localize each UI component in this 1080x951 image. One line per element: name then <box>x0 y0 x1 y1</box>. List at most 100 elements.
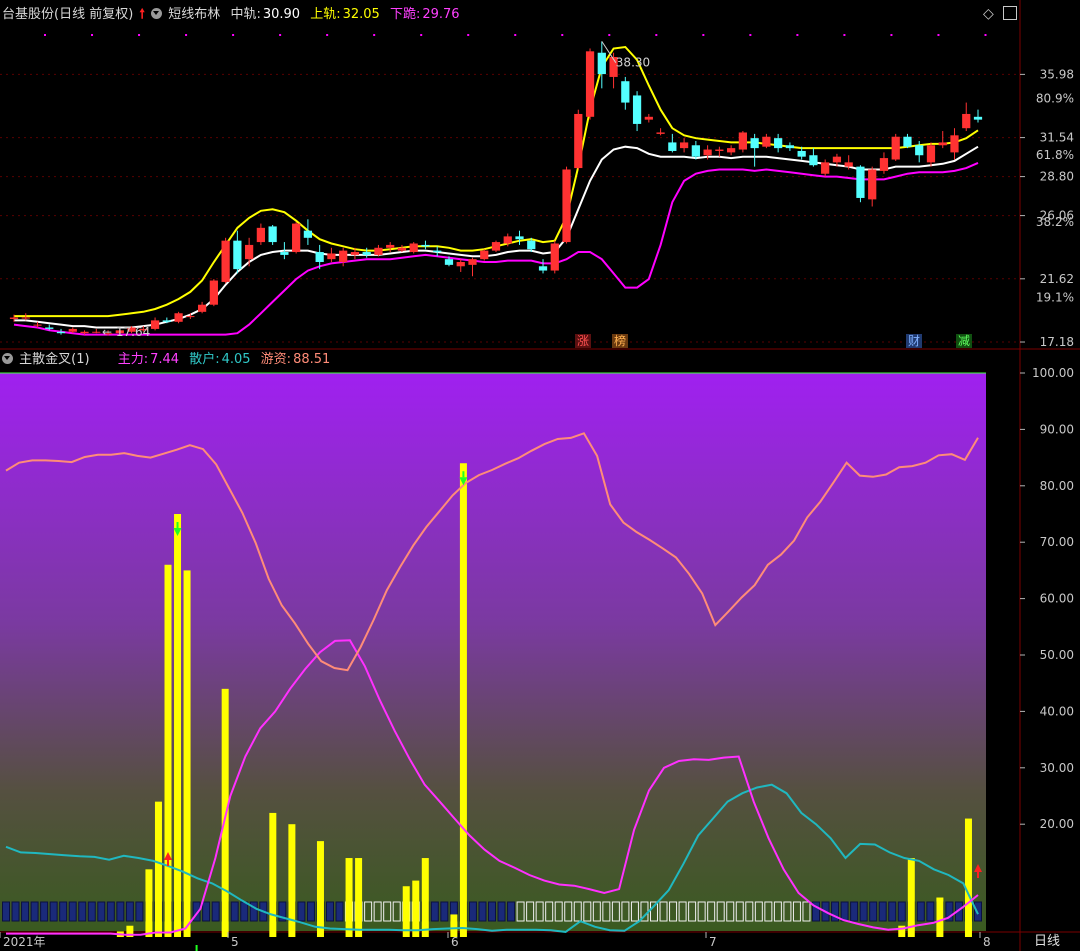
candle-body <box>150 320 160 329</box>
candle-body <box>809 155 818 166</box>
candle-body <box>21 317 30 319</box>
volume-block <box>202 901 211 922</box>
indicator-bar <box>450 914 458 937</box>
candle-body <box>327 253 336 260</box>
candle-body <box>444 259 454 265</box>
candle-body <box>221 240 230 282</box>
tag-bang[interactable]: 榜 <box>612 334 629 348</box>
indicator-tick-label: 50.00 <box>1040 648 1074 662</box>
candle-body <box>856 166 865 198</box>
candle-body <box>33 324 42 326</box>
retail-value: 4.05 <box>221 352 251 367</box>
candle-body <box>750 138 759 149</box>
candle-body <box>868 169 877 200</box>
indicator-menu-icon[interactable] <box>151 8 163 19</box>
price-tick-label: 28.80 <box>1040 170 1074 184</box>
volume-block <box>211 901 220 922</box>
candle-body <box>915 145 924 156</box>
up-arrow-stem <box>167 860 169 866</box>
down-arrow-stem <box>195 945 198 951</box>
candle-body <box>292 223 301 253</box>
volume-block <box>840 901 849 922</box>
volume-block <box>974 901 982 922</box>
maximize-icon[interactable] <box>1003 6 1017 20</box>
tag-jian[interactable]: 减 <box>956 334 973 348</box>
indicator-bar <box>345 858 353 937</box>
signal-dot <box>138 34 141 36</box>
candle-body <box>350 252 360 255</box>
volume-block <box>240 901 249 922</box>
candle-body <box>903 136 912 147</box>
volume-block <box>507 901 516 922</box>
lower-value: 29.76 <box>422 7 460 22</box>
signal-dot <box>749 34 752 36</box>
period-button[interactable]: 日线 <box>1034 934 1060 950</box>
signal-dot <box>702 34 705 36</box>
tag-cai[interactable]: 财 <box>906 334 923 348</box>
indicator-bar <box>412 880 420 937</box>
retail-label: 散户: <box>189 352 220 367</box>
hot-value: 88.51 <box>293 352 331 367</box>
candle-body <box>632 95 642 124</box>
indicator-tick-label: 80.00 <box>1040 479 1074 493</box>
indicator-bar <box>459 463 467 937</box>
candle-body <box>938 142 947 146</box>
indicator-bar <box>174 514 182 937</box>
indicator-name[interactable]: 短线布林 <box>168 7 220 22</box>
candle-body <box>668 142 677 151</box>
percent-tick-label: 80.9% <box>1036 91 1074 105</box>
signal-dot <box>655 34 658 36</box>
candle-body <box>339 250 348 263</box>
diamond-icon[interactable]: ◇ <box>983 6 994 22</box>
candle-body <box>656 132 665 134</box>
candle-body <box>56 331 66 334</box>
stock-title[interactable]: 台基股份(日线 前复权) <box>2 7 133 22</box>
volume-block <box>2 901 10 922</box>
indicator-bar <box>421 858 429 937</box>
main-label: 主力: <box>117 352 149 367</box>
time-tick-label: 5 <box>231 935 239 949</box>
volume-block <box>326 901 334 922</box>
down-arrow-stem <box>176 522 179 528</box>
candle-body <box>491 242 501 251</box>
candle-body <box>797 150 806 157</box>
up-arrow-icon[interactable]: 🠕 <box>139 7 145 22</box>
high-annotation: 38.30 <box>616 56 650 70</box>
volume-block <box>125 901 134 922</box>
candle-body <box>503 236 512 244</box>
percent-tick-label: 61.8% <box>1036 148 1074 162</box>
volume-block <box>497 901 506 922</box>
volume-block <box>869 901 878 922</box>
bottom-indicator-name[interactable]: 主散金叉(1) <box>19 352 89 367</box>
candle-body <box>950 135 959 153</box>
mid-value: 30.90 <box>262 7 301 22</box>
candle-body <box>832 156 842 163</box>
volume-block <box>116 901 125 922</box>
candle-body <box>515 236 524 240</box>
candle-body <box>574 113 583 169</box>
candle-body <box>562 169 571 243</box>
signal-dot <box>937 34 940 36</box>
candle-body <box>397 247 407 251</box>
volume-block <box>440 901 449 922</box>
indicator-menu-icon-2[interactable] <box>2 353 13 364</box>
candle-body <box>233 240 242 270</box>
candle-body <box>456 262 465 267</box>
bottom-header: 主散金叉(1) 主力: 7.44 散户: 4.05 游资: 88.51 <box>2 352 332 368</box>
signal-dot <box>984 34 987 36</box>
tag-zhang[interactable]: 涨 <box>575 334 592 348</box>
volume-block <box>87 901 96 922</box>
candle-body <box>9 317 19 319</box>
chart-canvas: 35.9831.5428.8026.0621.6217.1880.9%61.8%… <box>0 0 1080 951</box>
candle-body <box>785 145 795 149</box>
volume-block <box>859 901 868 922</box>
volume-block <box>230 901 239 922</box>
signal-dot <box>185 34 188 36</box>
candle-body <box>256 227 265 243</box>
candle-body <box>433 250 442 253</box>
candle-body <box>738 132 747 150</box>
percent-tick-label: 38.2% <box>1036 215 1074 229</box>
candle-body <box>715 149 724 151</box>
candle-body <box>703 149 712 156</box>
candle-body <box>926 145 936 163</box>
